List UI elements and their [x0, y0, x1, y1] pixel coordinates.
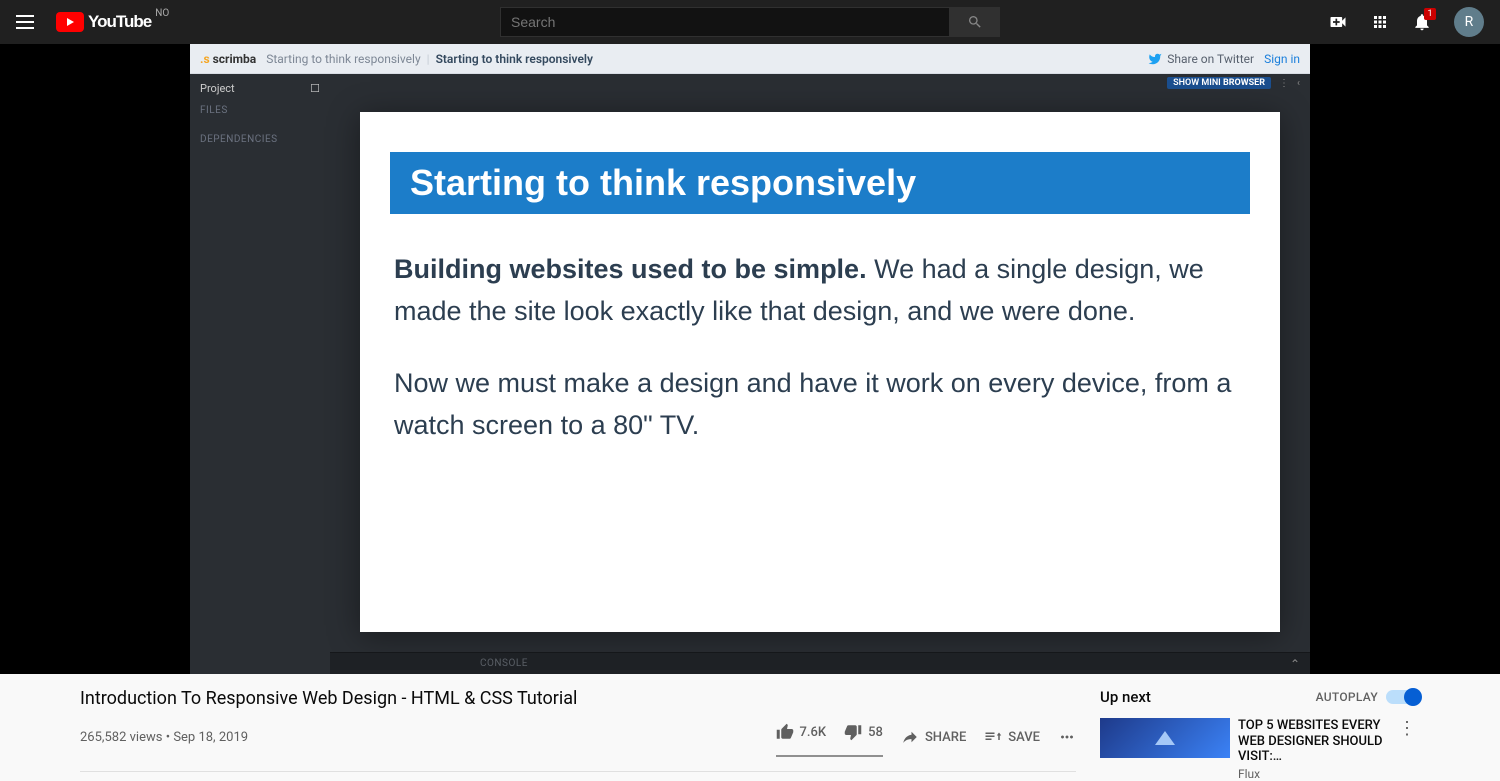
- up-next-label: Up next: [1100, 688, 1151, 706]
- search-form: [500, 7, 1000, 37]
- thumb-down-icon: [844, 723, 862, 741]
- menu-button[interactable]: [16, 10, 40, 34]
- chevron-up-icon: ⌃: [1290, 657, 1300, 671]
- create-video-button[interactable]: [1328, 12, 1348, 32]
- sidebar-project-icon: ☐: [310, 82, 320, 95]
- autoplay-label: AUTOPLAY: [1316, 690, 1378, 704]
- video-info-column: Introduction To Responsive Web Design - …: [80, 688, 1076, 781]
- playlist-add-icon: [984, 728, 1002, 746]
- header-actions: 1 R: [1328, 7, 1484, 37]
- dislike-count: 58: [868, 725, 883, 740]
- console-label: CONSOLE: [480, 658, 528, 669]
- apps-grid-icon: [1371, 13, 1389, 31]
- scrimba-logo: .s scrimba: [200, 52, 256, 66]
- search-icon: [967, 14, 983, 30]
- video-meta-row: 265,582 views • Sep 18, 2019 7.6K 58: [80, 717, 1076, 772]
- video-plus-icon: [1328, 12, 1348, 32]
- share-label: SHARE: [925, 730, 966, 745]
- slide-paragraph-2: Now we must make a design and have it wo…: [360, 363, 1280, 447]
- autoplay-toggle[interactable]: [1386, 690, 1420, 704]
- scrimba-sidebar: Project ☐ FILES DEPENDENCIES: [190, 74, 330, 674]
- scrimba-topbar: .s scrimba Starting to think responsivel…: [190, 44, 1310, 74]
- apps-button[interactable]: [1370, 12, 1390, 32]
- youtube-wordmark: YouTube: [88, 12, 151, 32]
- search-button[interactable]: [950, 7, 1000, 37]
- next-video-channel: Flux: [1238, 767, 1386, 781]
- youtube-logo[interactable]: YouTube NO: [56, 12, 169, 32]
- mini-browser-button: SHOW MINI BROWSER: [1167, 77, 1271, 89]
- dislike-button[interactable]: 58: [844, 717, 883, 747]
- next-video-title: TOP 5 WEBSITES EVERY WEB DESIGNER SHOULD…: [1238, 718, 1386, 765]
- video-player-area: .s scrimba Starting to think responsivel…: [0, 44, 1500, 674]
- next-video-item[interactable]: TOP 5 WEBSITES EVERY WEB DESIGNER SHOULD…: [1100, 718, 1420, 781]
- play-icon: [56, 12, 84, 32]
- thumbnail-triangle-icon: [1155, 731, 1175, 745]
- scrimba-console-bar: CONSOLE ⌃: [330, 652, 1310, 674]
- share-arrow-icon: [901, 728, 919, 746]
- like-count: 7.6K: [800, 725, 827, 740]
- publish-date: Sep 18, 2019: [173, 730, 248, 745]
- scrimba-more-icon: ⋮: [1279, 78, 1289, 89]
- scrimba-signin-link: Sign in: [1264, 52, 1300, 66]
- share-twitter-label: Share on Twitter: [1167, 52, 1254, 66]
- save-label: SAVE: [1008, 730, 1040, 745]
- share-button[interactable]: SHARE: [901, 722, 966, 752]
- user-avatar[interactable]: R: [1454, 7, 1484, 37]
- more-actions-button[interactable]: [1058, 722, 1076, 752]
- below-video-area: Introduction To Responsive Web Design - …: [0, 674, 1500, 781]
- up-next-column: Up next AUTOPLAY TOP 5 WEBSITES EVERY WE…: [1100, 688, 1420, 781]
- slide-paragraph-1: Building websites used to be simple. We …: [360, 249, 1280, 333]
- sidebar-project-label: Project: [200, 82, 235, 95]
- share-twitter-link: Share on Twitter: [1148, 52, 1254, 66]
- video-title: Introduction To Responsive Web Design - …: [80, 688, 1076, 709]
- thumb-up-icon: [776, 723, 794, 741]
- breadcrumb-separator: |: [427, 52, 430, 66]
- search-input[interactable]: [500, 7, 950, 37]
- breadcrumb-current: Starting to think responsively: [436, 52, 593, 66]
- save-button[interactable]: SAVE: [984, 722, 1040, 752]
- next-video-thumbnail: [1100, 718, 1230, 758]
- youtube-header: YouTube NO 1 R: [0, 0, 1500, 44]
- breadcrumb-parent: Starting to think responsively: [266, 52, 420, 66]
- twitter-icon: [1148, 52, 1162, 66]
- video-content[interactable]: .s scrimba Starting to think responsivel…: [190, 44, 1310, 674]
- view-count: 265,582 views: [80, 730, 162, 745]
- slide-heading: Starting to think responsively: [390, 152, 1250, 214]
- slide-content: Starting to think responsively Building …: [360, 112, 1280, 632]
- sidebar-files-label: FILES: [200, 105, 320, 116]
- sidebar-deps-label: DEPENDENCIES: [200, 134, 320, 145]
- more-horizontal-icon: [1058, 728, 1076, 746]
- notifications-button[interactable]: 1: [1412, 12, 1432, 32]
- notification-badge: 1: [1424, 8, 1436, 20]
- chevron-left-icon: ‹: [1297, 78, 1300, 89]
- next-video-menu-button[interactable]: ⋮: [1394, 718, 1420, 781]
- like-button[interactable]: 7.6K: [776, 717, 827, 747]
- scrimba-main: SHOW MINI BROWSER ⋮ ‹ Starting to think …: [330, 74, 1310, 674]
- region-code: NO: [155, 8, 169, 19]
